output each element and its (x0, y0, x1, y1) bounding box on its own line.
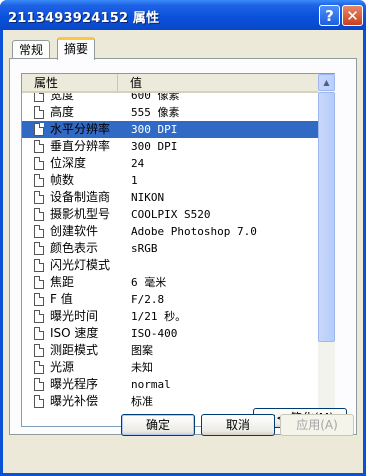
window-title: 2113493924152 属性 (8, 11, 160, 26)
document-icon (34, 378, 44, 391)
property-name: 水平分辨率 (50, 122, 111, 136)
property-name: ISO 速度 (50, 326, 99, 340)
property-value: 600 像素 (131, 93, 180, 102)
property-name: 创建软件 (50, 224, 99, 238)
help-icon[interactable]: ? (319, 5, 340, 26)
properties-dialog: 2113493924152 属性 ? ✕ 常规 摘要 属性 值 宽度 600 像素… (0, 0, 366, 476)
property-name: 宽度 (50, 93, 75, 102)
property-value: 1/21 秒。 (131, 310, 187, 323)
document-icon (34, 225, 44, 238)
property-name: F 值 (50, 292, 73, 306)
property-value: NIKON (131, 191, 165, 204)
property-name: 测距模式 (50, 343, 99, 357)
list-item[interactable]: 颜色表示 sRGB (22, 240, 318, 257)
document-icon (34, 259, 44, 272)
property-name: 帧数 (50, 173, 75, 187)
property-name: 高度 (50, 105, 75, 119)
list-item[interactable]: 摄影机型号 COOLPIX S520 (22, 206, 318, 223)
property-value: 1 (131, 174, 138, 187)
property-value: 未知 (131, 361, 153, 374)
list-item[interactable]: 曝光时间 1/21 秒。 (22, 308, 318, 325)
property-name: 颜色表示 (50, 241, 99, 255)
document-icon (34, 174, 44, 187)
scroll-up-icon[interactable]: ▲ (318, 74, 335, 91)
dialog-body: 常规 摘要 属性 值 宽度 600 像素 高度 555 像素 水平分辨率 300 DPI 垂… (3, 30, 363, 473)
list-item[interactable]: 测距模式 图案 (22, 342, 318, 359)
document-icon (34, 276, 44, 289)
list-item[interactable]: 水平分辨率 300 DPI (22, 121, 318, 138)
property-name: 光源 (50, 360, 75, 374)
list-item[interactable]: 曝光程序 normal (22, 376, 318, 393)
list-item[interactable]: 焦距 6 毫米 (22, 274, 318, 291)
property-name: 摄影机型号 (50, 207, 111, 221)
document-icon (34, 93, 44, 102)
list-item[interactable]: F 值 F/2.8 (22, 291, 318, 308)
apply-button: 应用(A) (280, 414, 354, 436)
property-name: 闪光灯模式 (50, 258, 111, 272)
column-header-value[interactable]: 值 (118, 74, 318, 92)
document-icon (34, 106, 44, 119)
property-value: 555 像素 (131, 106, 180, 119)
document-icon (34, 293, 44, 306)
document-icon (34, 242, 44, 255)
scroll-thumb[interactable] (318, 92, 335, 342)
close-icon[interactable]: ✕ (342, 5, 363, 26)
document-icon (34, 327, 44, 340)
document-icon (34, 191, 44, 204)
property-name: 曝光时间 (50, 309, 99, 323)
list-item[interactable]: 位深度 24 (22, 155, 318, 172)
cancel-button[interactable]: 取消 (201, 414, 275, 436)
list-header: 属性 值 (22, 74, 318, 93)
list-item[interactable]: 光源 未知 (22, 359, 318, 376)
document-icon (34, 361, 44, 374)
list-item[interactable]: 垂直分辨率 300 DPI (22, 138, 318, 155)
property-name: 曝光补偿 (50, 394, 99, 408)
property-value: 300 DPI (131, 140, 178, 153)
tab-summary[interactable]: 摘要 (57, 37, 96, 60)
document-icon (34, 157, 44, 170)
document-icon (34, 395, 44, 408)
property-rows: 宽度 600 像素高度 555 像素水平分辨率 300 DPI 垂直分辨率 300 DPI… (22, 93, 318, 426)
property-value: 图案 (131, 344, 153, 357)
property-name: 位深度 (50, 156, 87, 170)
ok-button[interactable]: 确定 (121, 414, 195, 436)
property-value: 24 (131, 157, 145, 170)
document-icon (34, 310, 44, 323)
list-item[interactable]: ISO 速度 ISO-400 (22, 325, 318, 342)
list-item[interactable]: 宽度 600 像素 (22, 93, 318, 104)
list-item[interactable]: 设备制造商 NIKON (22, 189, 318, 206)
list-item[interactable]: 高度 555 像素 (22, 104, 318, 121)
property-value: 标准 (131, 395, 153, 408)
vertical-scrollbar[interactable]: ▲ ▼ (318, 74, 335, 426)
property-value: Adobe Photoshop 7.0 (131, 225, 257, 238)
document-icon (34, 208, 44, 221)
property-name: 曝光程序 (50, 377, 99, 391)
property-value: sRGB (131, 242, 158, 255)
list-item[interactable]: 闪光灯模式 (22, 257, 318, 274)
property-name: 焦距 (50, 275, 75, 289)
property-value: ISO-400 (131, 327, 178, 340)
property-value: 300 DPI (131, 123, 178, 136)
column-header-property[interactable]: 属性 (22, 74, 118, 92)
tab-general[interactable]: 常规 (12, 40, 51, 58)
property-value: 6 毫米 (131, 276, 167, 289)
property-value: COOLPIX S520 (131, 208, 211, 221)
document-icon (34, 123, 44, 136)
property-name: 设备制造商 (50, 190, 111, 204)
title-bar[interactable]: 2113493924152 属性 ? ✕ (0, 0, 366, 30)
list-item[interactable]: 创建软件 Adobe Photoshop 7.0 (22, 223, 318, 240)
document-icon (34, 140, 44, 153)
property-value: normal (131, 378, 171, 391)
property-name: 垂直分辨率 (50, 139, 111, 153)
document-icon (34, 344, 44, 357)
property-list[interactable]: 属性 值 宽度 600 像素高度 555 像素水平分辨率 300 DPI 垂直分辨率 30… (21, 73, 335, 427)
list-item[interactable]: 帧数 1 (22, 172, 318, 189)
property-value: F/2.8 (131, 293, 165, 306)
